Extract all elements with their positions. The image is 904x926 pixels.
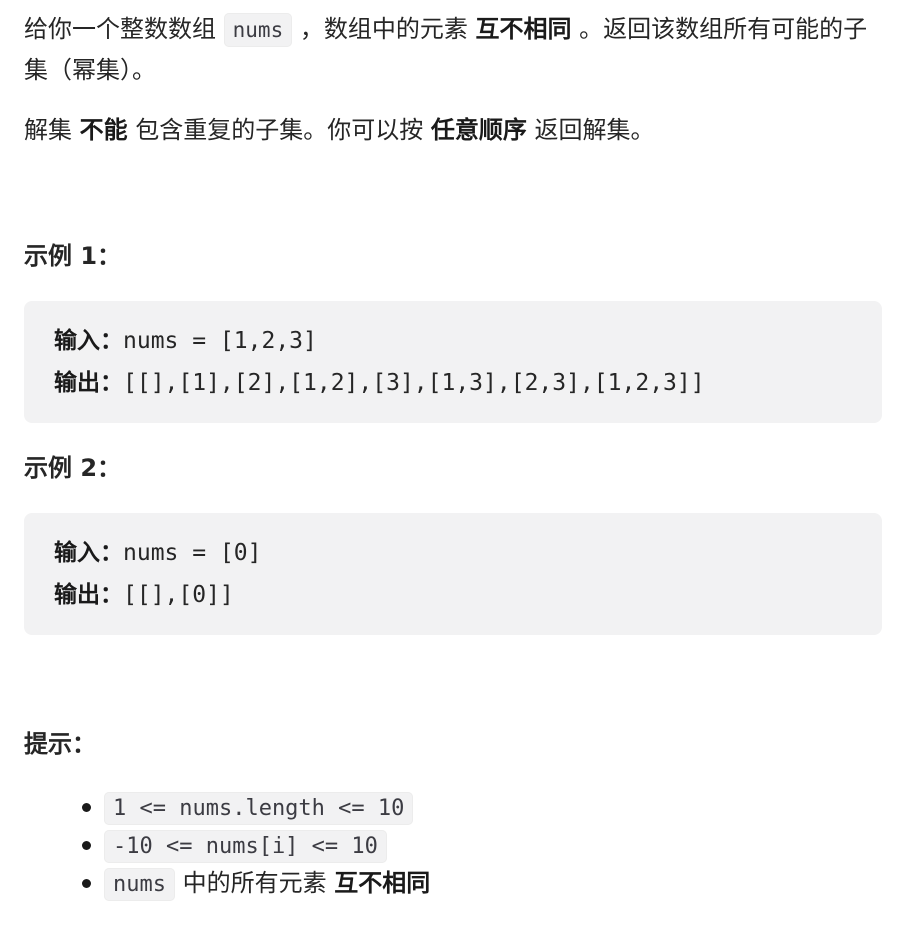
hint-text: 中的所有元素 (174, 869, 335, 897)
desc-bold-cannot: 不能 (79, 116, 128, 144)
bullet-icon (82, 841, 91, 850)
example-2-input: 输入：nums = [0] (54, 532, 852, 574)
example-2-heading: 示例 2： (24, 454, 122, 482)
input-value: nums = [1,2,3] (123, 328, 317, 354)
example-1-block: 输入：nums = [1,2,3] 输出：[[],[1],[2],[1,2],[… (24, 301, 882, 423)
desc-text: ，数组中的元素 (292, 15, 476, 43)
output-label: 输出： (54, 370, 123, 396)
hints-list: 1 <= nums.length <= 10 -10 <= nums[i] <=… (24, 788, 430, 902)
example-2-output: 输出：[[],[0]] (54, 574, 852, 616)
desc-text: 解集 (24, 116, 80, 144)
output-label: 输出： (54, 582, 123, 608)
list-item: nums 中的所有元素 互不相同 (82, 864, 431, 902)
desc-bold-distinct: 互不相同 (475, 15, 572, 43)
description-paragraph-2: 解集 不能 包含重复的子集。你可以按 任意顺序 返回解集。 (24, 110, 882, 150)
example-2-block: 输入：nums = [0] 输出：[[],[0]] (24, 513, 882, 635)
list-item: -10 <= nums[i] <= 10 (82, 826, 430, 864)
output-value: [[],[0]] (123, 582, 234, 608)
list-item: 1 <= nums.length <= 10 (82, 788, 430, 826)
inline-code-nums: nums (223, 13, 293, 47)
hint-code: nums (104, 868, 175, 901)
example-1-input: 输入：nums = [1,2,3] (54, 320, 852, 362)
bullet-icon (82, 879, 91, 888)
description-paragraph-1: 给你一个整数数组 nums ，数组中的元素 互不相同 。返回该数组所有可能的子集… (24, 9, 882, 90)
desc-text: 给你一个整数数组 (24, 15, 224, 43)
input-value: nums = [0] (123, 540, 262, 566)
desc-bold-any-order: 任意顺序 (430, 116, 527, 144)
example-1-heading: 示例 1： (24, 242, 122, 270)
output-value: [[],[1],[2],[1,2],[3],[1,3],[2,3],[1,2,3… (123, 370, 705, 396)
hint-code: -10 <= nums[i] <= 10 (104, 830, 387, 863)
hints-heading: 提示： (24, 730, 96, 758)
hint-code: 1 <= nums.length <= 10 (104, 792, 414, 825)
desc-text: 返回解集。 (526, 116, 655, 144)
input-label: 输入： (54, 328, 123, 354)
bullet-icon (82, 803, 91, 812)
hint-bold-distinct: 互不相同 (334, 869, 431, 897)
input-label: 输入： (54, 540, 123, 566)
example-1-output: 输出：[[],[1],[2],[1,2],[3],[1,3],[2,3],[1,… (54, 362, 852, 404)
desc-text: 包含重复的子集。你可以按 (127, 116, 431, 144)
